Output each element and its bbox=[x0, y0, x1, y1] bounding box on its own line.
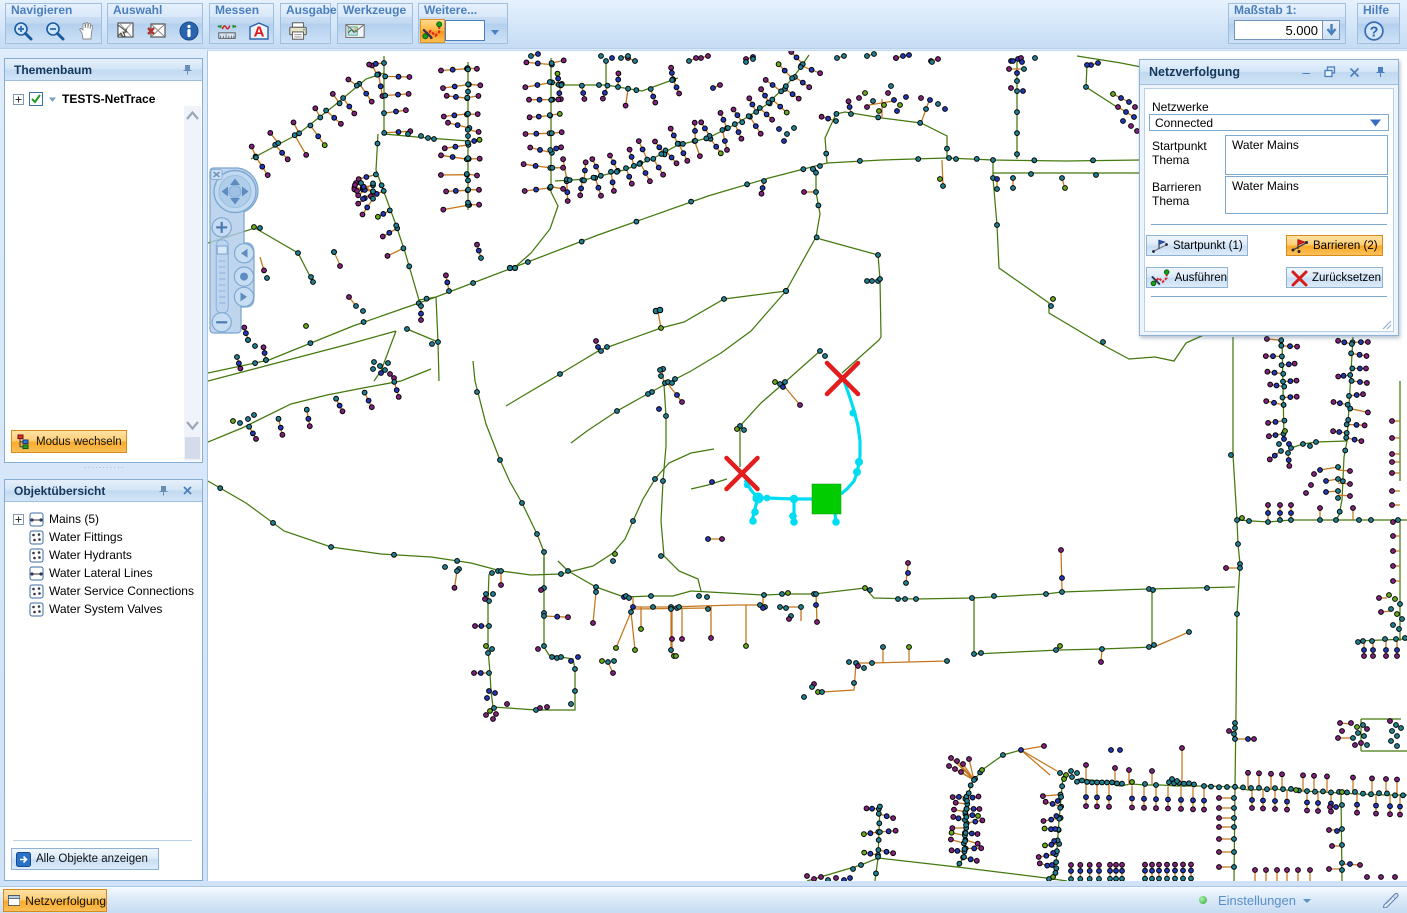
svg-text:A: A bbox=[254, 23, 265, 40]
svg-text:?: ? bbox=[1370, 24, 1379, 40]
